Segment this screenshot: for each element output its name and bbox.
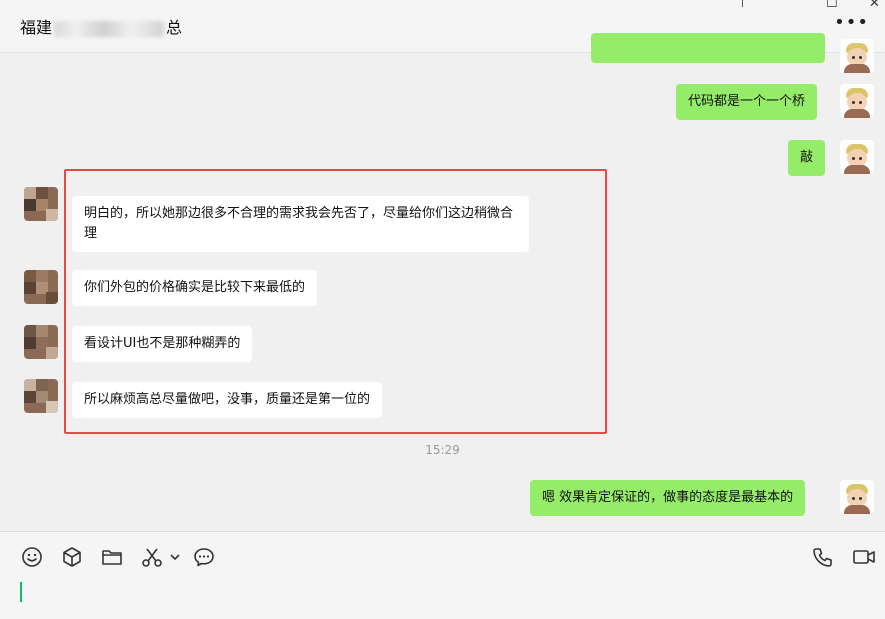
chat-title: 福建 总 (20, 14, 182, 38)
message-bubble-other: 所以麻烦高总尽量做吧，没事，质量还是第一位的 (72, 382, 383, 418)
folder-icon[interactable] (101, 546, 123, 568)
message-text: 你们外包的价格确实是比较下来最低的 (84, 280, 306, 295)
chat-title-suffix: 总 (166, 18, 183, 37)
phone-icon[interactable] (812, 546, 834, 568)
pin-icon[interactable]: ⊤ (737, 0, 748, 11)
message-text: 所以麻烦高总尽量做吧，没事，质量还是第一位的 (84, 392, 371, 407)
message-timestamp: 15:29 (425, 443, 460, 457)
message-bubble-partial (591, 33, 825, 63)
my-avatar[interactable] (840, 140, 874, 174)
my-avatar[interactable] (840, 84, 874, 118)
contact-avatar[interactable] (24, 270, 58, 304)
package-icon[interactable] (61, 546, 83, 568)
message-bubble-other: 明白的，所以她那边很多不合理的需求我会先否了，尽量给你们这边稍微合理 (72, 196, 529, 252)
chat-title-prefix: 福建 (20, 18, 53, 37)
scissors-icon[interactable] (141, 546, 163, 568)
message-bubble-me: 敲 (788, 140, 826, 176)
contact-avatar[interactable] (24, 325, 58, 359)
message-text: 代码都是一个一个桥 (688, 94, 806, 109)
message-bubble-other: 看设计UI也不是那种糊弄的 (72, 326, 253, 362)
message-text: 嗯 效果肯定保证的，做事的态度是最基本的 (542, 490, 794, 505)
message-text: 明白的，所以她那边很多不合理的需求我会先否了，尽量给你们这边稍微合理 (84, 206, 514, 241)
message-bubble-other: 你们外包的价格确实是比较下来最低的 (72, 270, 318, 306)
chat-history-icon[interactable] (193, 546, 215, 568)
close-icon[interactable]: ✕ (869, 0, 880, 11)
emoji-icon[interactable] (21, 546, 43, 568)
redacted-name (54, 20, 165, 37)
message-bubble-me: 嗯 效果肯定保证的，做事的态度是最基本的 (530, 480, 806, 516)
maximize-icon[interactable]: ☐ (826, 0, 838, 11)
text-input-caret[interactable] (20, 582, 22, 602)
video-call-icon[interactable] (852, 546, 876, 568)
message-bubble-me: 代码都是一个一个桥 (676, 84, 818, 120)
contact-avatar[interactable] (24, 379, 58, 413)
my-avatar[interactable] (840, 39, 874, 73)
message-text: 敲 (800, 150, 814, 165)
message-list[interactable]: 代码都是一个一个桥 敲 明白的，所以她那边很多不合理的需求我会先否了，尽量给你们… (0, 33, 885, 531)
contact-avatar[interactable] (24, 187, 58, 221)
chevron-down-icon[interactable] (168, 546, 182, 568)
more-options-button[interactable]: ••• (834, 14, 869, 32)
my-avatar[interactable] (840, 480, 874, 514)
input-toolbar (0, 531, 885, 619)
message-text: 看设计UI也不是那种糊弄的 (84, 336, 241, 351)
